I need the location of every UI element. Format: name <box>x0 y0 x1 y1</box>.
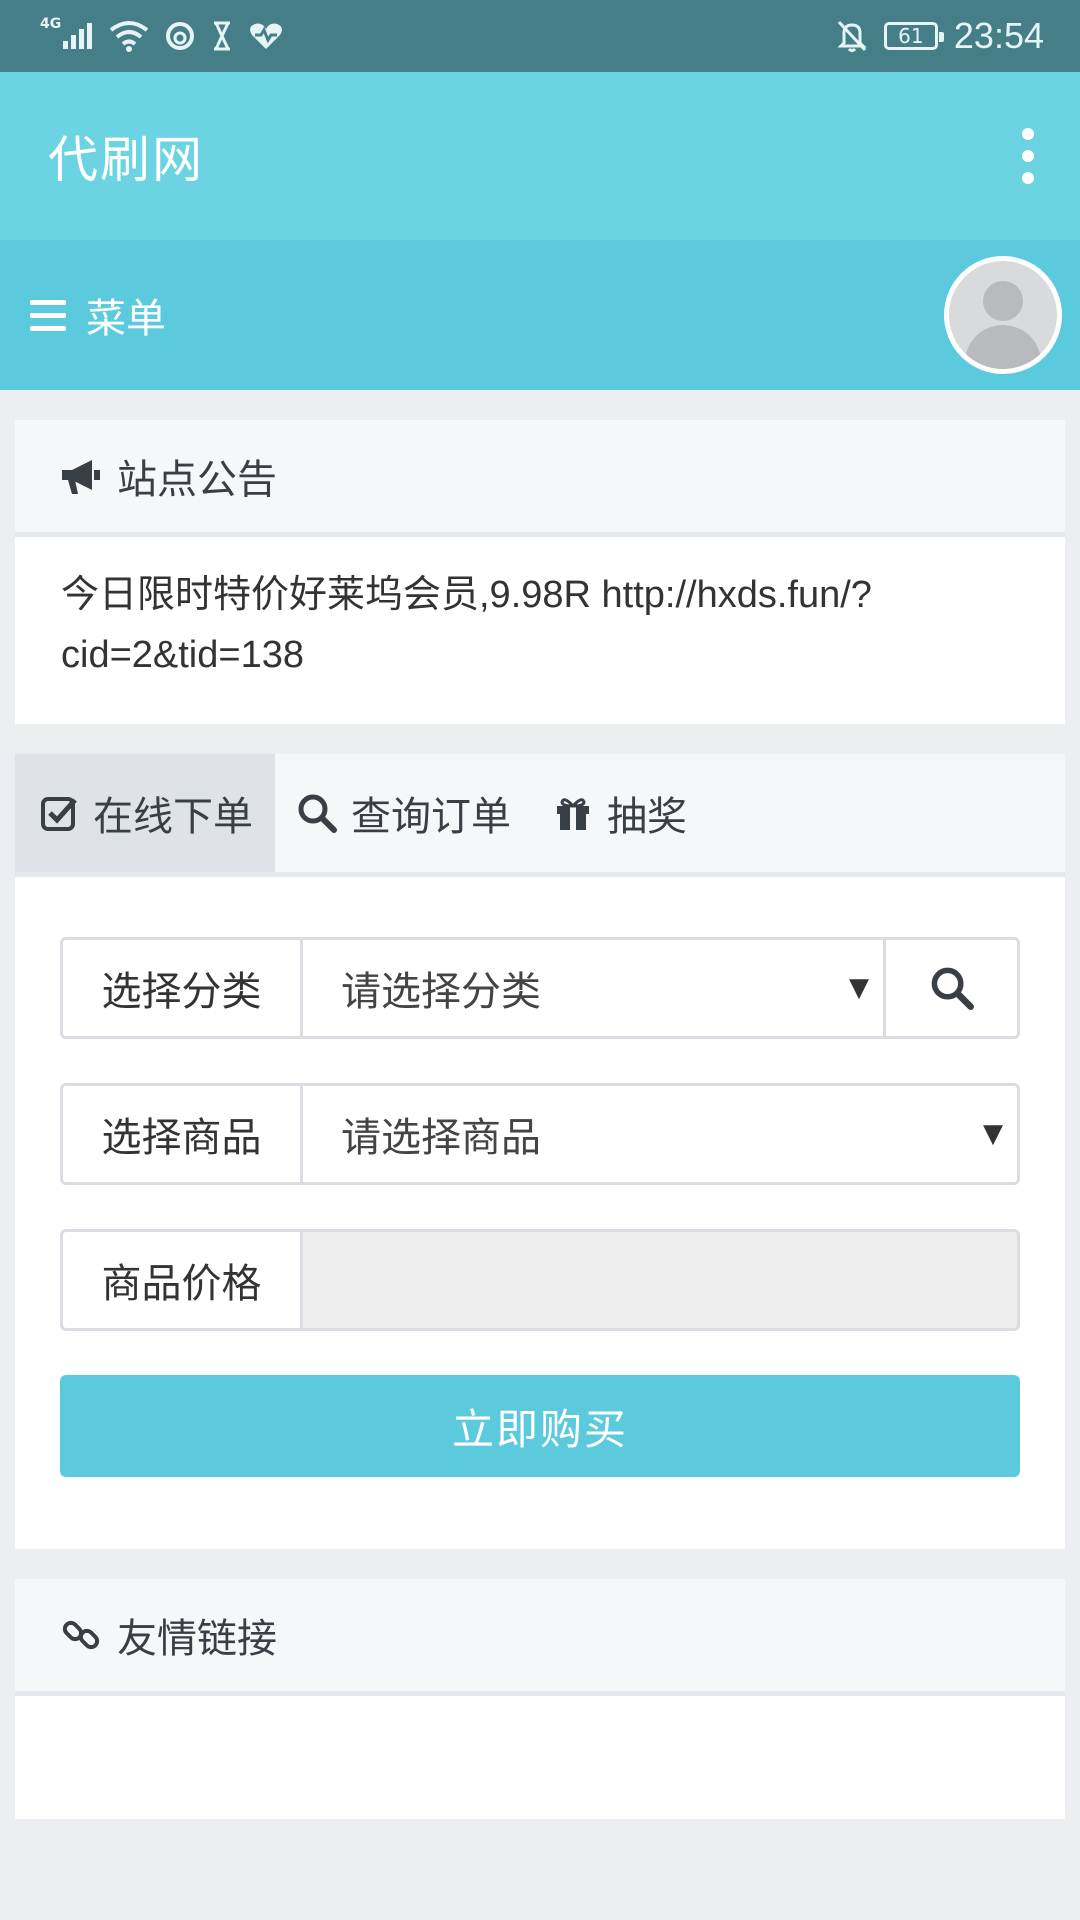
battery-level: 61 <box>898 24 924 48</box>
category-label: 选择分类 <box>63 940 303 1036</box>
category-search-button[interactable] <box>883 940 1017 1036</box>
megaphone-icon <box>59 454 103 498</box>
notice-text: 今日限时特价好莱坞会员,9.98R http://hxds.fun/?cid=2… <box>61 574 872 676</box>
category-row: 选择分类 请选择分类 ▼ <box>60 937 1020 1039</box>
product-row: 选择商品 请选择商品 ▼ <box>60 1083 1020 1185</box>
app-title: 代刷网 <box>48 131 204 189</box>
caret-down-icon: ▼ <box>849 973 869 1003</box>
status-icons-right: 61 23:54 <box>836 15 1044 57</box>
avatar[interactable] <box>944 256 1062 374</box>
app-bar: 代刷网 <box>0 72 1080 240</box>
status-icons-left: 4G <box>40 16 283 56</box>
notice-title: 站点公告 <box>117 457 277 503</box>
caret-down-icon: ▼ <box>983 1119 1003 1149</box>
tab-online-order[interactable]: 在线下单 <box>15 754 275 872</box>
menu-toggle-button[interactable]: 菜单 <box>30 286 166 344</box>
clock: 23:54 <box>953 15 1044 56</box>
price-field <box>303 1232 1017 1328</box>
order-form: 选择分类 请选择分类 ▼ 选择商品 请选择商品 ▼ 商品价格 立即购买 <box>15 877 1065 1477</box>
network-type: 4G <box>40 16 62 32</box>
check-square-icon <box>37 791 81 835</box>
user-silhouette-icon <box>963 281 1043 369</box>
product-select-value: 请选择商品 <box>341 1115 541 1161</box>
tab-query-order[interactable]: 查询订单 <box>275 754 531 872</box>
swirl-icon <box>165 16 195 56</box>
tab-query-order-label: 查询订单 <box>351 794 511 840</box>
category-select[interactable]: 请选择分类 ▼ <box>303 940 883 1036</box>
link-icon <box>59 1613 103 1657</box>
tab-lottery-label: 抽奖 <box>607 794 687 840</box>
category-select-value: 请选择分类 <box>341 969 541 1015</box>
notice-panel: 站点公告 今日限时特价好莱坞会员,9.98R http://hxds.fun/?… <box>15 420 1065 724</box>
links-header: 友情链接 <box>15 1579 1065 1696</box>
status-bar: 4G 61 23:54 <box>0 0 1080 72</box>
search-icon <box>295 791 339 835</box>
notice-header: 站点公告 <box>15 420 1065 537</box>
tab-lottery[interactable]: 抽奖 <box>531 754 707 872</box>
links-title: 友情链接 <box>117 1616 277 1662</box>
menu-label: 菜单 <box>86 296 166 342</box>
hamburger-icon <box>30 299 66 331</box>
order-tabs: 在线下单 查询订单 抽奖 <box>15 754 1065 877</box>
signal-icon: 4G <box>40 16 93 56</box>
menu-bar: 菜单 <box>0 240 1080 390</box>
buy-now-button[interactable]: 立即购买 <box>60 1375 1020 1477</box>
bell-off-icon <box>836 16 868 56</box>
wifi-icon <box>109 16 149 56</box>
order-panel: 在线下单 查询订单 抽奖 选择分类 请选择分类 ▼ 选择商品 请选择商品 ▼ 商… <box>15 754 1065 1549</box>
heart-rate-icon <box>249 16 283 56</box>
more-options-icon[interactable] <box>1016 118 1040 194</box>
product-select[interactable]: 请选择商品 ▼ <box>303 1086 1017 1182</box>
price-label: 商品价格 <box>63 1232 303 1328</box>
tab-online-order-label: 在线下单 <box>93 794 253 840</box>
hourglass-icon <box>211 16 233 56</box>
battery-icon: 61 <box>883 22 944 50</box>
product-label: 选择商品 <box>63 1086 303 1182</box>
links-panel: 友情链接 <box>15 1579 1065 1819</box>
price-row: 商品价格 <box>60 1229 1020 1331</box>
search-icon <box>931 967 974 1010</box>
gift-icon <box>551 791 595 835</box>
